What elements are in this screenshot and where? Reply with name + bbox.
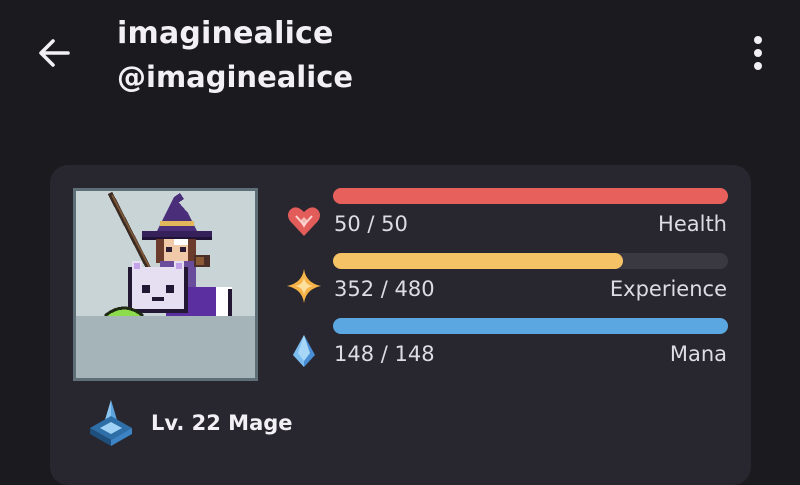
experience-value: 352 / 480	[334, 277, 435, 301]
more-options-button[interactable]	[745, 34, 771, 72]
mana-label: Mana	[669, 342, 727, 366]
avatar[interactable]	[73, 188, 258, 381]
experience-label: Experience	[609, 277, 727, 301]
more-vertical-icon	[754, 36, 762, 44]
stats-card: 50 / 50 Health 352 / 480 Experience 148 …	[50, 165, 751, 485]
arrow-left-icon	[39, 39, 70, 67]
experience-bar-fill	[333, 253, 623, 269]
profile-header: imaginealice @imaginealice	[0, 0, 800, 140]
mana-value: 148 / 148	[334, 342, 435, 366]
class-level-label: Lv. 22 Mage	[151, 411, 293, 435]
mana-bar	[333, 318, 728, 334]
health-label: Health	[658, 212, 727, 236]
username: @imaginealice	[117, 60, 354, 94]
health-value: 50 / 50	[334, 212, 408, 236]
mana-bar-fill	[333, 318, 728, 334]
health-bar	[333, 188, 728, 204]
back-button[interactable]	[34, 33, 74, 73]
heart-icon	[288, 207, 320, 236]
health-bar-fill	[333, 188, 728, 204]
crystal-icon	[293, 335, 315, 367]
experience-bar	[333, 253, 728, 269]
star-sparkle-icon	[287, 269, 321, 303]
mage-class-icon	[90, 400, 132, 446]
display-name: imaginealice	[117, 16, 334, 51]
